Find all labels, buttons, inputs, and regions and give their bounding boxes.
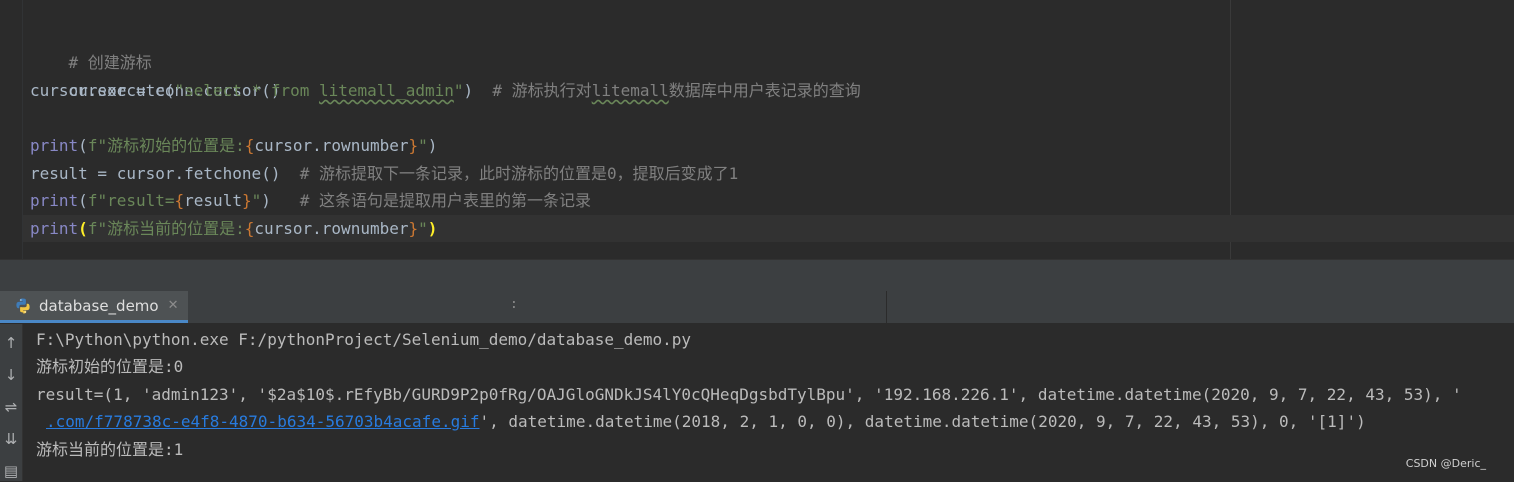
scroll-to-end-icon[interactable]: ⇊ — [0, 428, 22, 450]
fstring-brace: } — [241, 191, 252, 210]
code-line-1[interactable]: # 创建游标 — [30, 22, 152, 72]
comment-text-underlined: litemall — [591, 81, 669, 100]
comment-text: # 游标执行对 — [492, 81, 592, 100]
watermark: CSDN @Deric_ — [1405, 457, 1486, 470]
fstring-quote: " — [418, 136, 428, 155]
tab-label: database_demo — [39, 296, 159, 315]
console-text: ', datetime.datetime(2018, 2, 1, 0, 0), … — [479, 412, 1366, 431]
arrow-up-icon[interactable]: ↑ — [0, 332, 22, 354]
fstring-expression: cursor.rownumber — [254, 219, 409, 238]
fstring-brace: { — [244, 136, 255, 155]
builtin-function: print — [30, 136, 79, 155]
paren: ( — [78, 136, 88, 155]
soft-wrap-icon[interactable]: ⇌ — [0, 396, 22, 418]
console-line-output: .com/f778738c-e4f8-4870-b634-56703b4acaf… — [46, 408, 1366, 435]
paren: ) — [427, 136, 438, 155]
panel-splitter[interactable] — [0, 259, 1514, 292]
fstring: f"游标初始的位置是: — [87, 136, 245, 155]
console-line-output: 游标当前的位置是:1 — [36, 440, 184, 459]
fstring-quote: " — [418, 219, 428, 238]
comment-text: 数据库中用户表记录的查询 — [668, 81, 861, 100]
paren: ( — [78, 191, 88, 210]
code-text: result = cursor.fetchone() — [30, 164, 300, 183]
fstring: f"游标当前的位置是: — [87, 219, 245, 238]
run-console[interactable]: ↑ ↓ ⇌ ⇊ ▤ F:\Python\python.exe F:/python… — [0, 324, 1514, 481]
fstring-brace: { — [244, 219, 255, 238]
console-line-output: 游标初始的位置是:0 — [36, 357, 184, 376]
code-editor[interactable]: # 创建游标 cursor = conn.cursor() cursor.exe… — [0, 0, 1514, 259]
fstring-expression: result — [184, 191, 242, 210]
run-tab-strip: database_demo ✕ : — [0, 291, 1514, 324]
arrow-down-icon[interactable]: ↓ — [0, 364, 22, 386]
python-icon — [16, 298, 30, 313]
tab-strip-divider — [886, 291, 887, 323]
fstring-expression: cursor.rownumber — [254, 136, 409, 155]
close-icon[interactable]: ✕ — [168, 298, 179, 313]
code-line-3[interactable]: cursor.execute("select * from litemall_a… — [30, 77, 861, 104]
console-toolbar: ↑ ↓ ⇌ ⇊ ▤ — [0, 324, 23, 481]
code-line-7[interactable]: print(f"result={result}") # 这条语句是提取用户表里的… — [30, 187, 591, 214]
tab-database-demo[interactable]: database_demo ✕ — [0, 291, 188, 323]
paren: ) — [261, 191, 300, 210]
code-line-2[interactable]: cursor = conn.cursor() — [30, 50, 281, 100]
code-line-8[interactable]: print(f"游标当前的位置是:{cursor.rownumber}") — [30, 215, 437, 242]
console-line-command: F:\Python\python.exe F:/pythonProject/Se… — [36, 330, 692, 349]
console-link[interactable]: .com/f778738c-e4f8-4870-b634-56703b4acaf… — [46, 412, 479, 431]
fstring-brace: } — [408, 136, 419, 155]
comment-text: # 这条语句是提取用户表里的第一条记录 — [299, 191, 592, 210]
matched-paren: ( — [78, 219, 88, 238]
string-literal: "select * from — [174, 81, 319, 100]
console-line-output: result=(1, 'admin123', '$2a$10$.rEfyBb/G… — [36, 385, 1462, 404]
fstring: f"result= — [87, 191, 175, 210]
fstring-brace: { — [174, 191, 185, 210]
builtin-function: print — [30, 191, 79, 210]
fstring-quote: " — [251, 191, 262, 210]
fstring-brace: } — [408, 219, 419, 238]
comment-text: # 游标提取下一条记录，此时游标的位置是0，提取后变成了1 — [299, 164, 739, 183]
builtin-function: print — [30, 219, 79, 238]
code-text: ) — [463, 81, 493, 100]
string-literal-underlined: litemall_admin — [319, 81, 454, 100]
tab-overflow-handle[interactable]: : — [510, 297, 518, 312]
code-line-6[interactable]: result = cursor.fetchone() # 游标提取下一条记录，此… — [30, 160, 738, 187]
code-line-5[interactable]: print(f"游标初始的位置是:{cursor.rownumber}") — [30, 132, 437, 159]
string-literal-quote: " — [453, 81, 464, 100]
print-icon[interactable]: ▤ — [0, 460, 22, 482]
code-text: cursor.execute( — [30, 81, 175, 100]
matched-paren: ) — [427, 219, 438, 238]
